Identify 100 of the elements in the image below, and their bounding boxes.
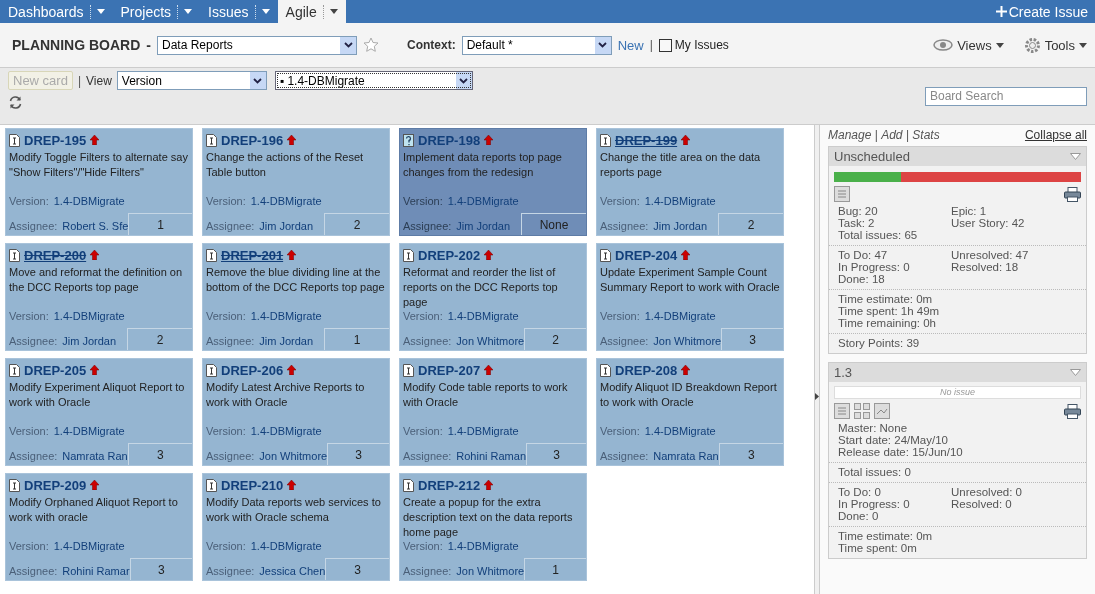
nav-tab[interactable]: Projects [112,0,201,23]
issue-key-link[interactable]: DREP-212 [418,477,481,493]
view-label: View [86,73,112,88]
stat-text: User Story: 42 [951,217,1026,229]
issue-card[interactable]: DREP-201 Remove the blue dividing line at the bottom of the DCC Reports top page Version: 1.4-DBMigrate Assignee: Jim Jordan 1 [202,243,390,351]
stat-text: Master: None [838,422,909,434]
expand-arrow-icon[interactable] [815,393,819,400]
nav-tab[interactable]: Dashboards [0,0,113,23]
no-issue-note: No issue [834,386,1081,399]
printer-icon[interactable] [1064,403,1081,419]
priority-arrow-icon [90,365,100,375]
version-value: 1.4-DBMigrate [644,195,716,207]
my-issues-checkbox[interactable]: My Issues [658,38,729,52]
board-select[interactable]: Data Reports [157,35,357,55]
collapse-triangle-icon[interactable] [1070,369,1081,376]
assignee-label: Assignee: [206,335,255,347]
issue-card[interactable]: DREP-206 Modify Latest Archive Reports to work with Oracle Version: 1.4-DBMigrate Assignee: Jon Whitmore 3 [202,358,390,466]
eye-icon[interactable] [933,39,954,51]
story-points: 1 [128,213,192,235]
release-select[interactable]: ▪ 1.4-DBMigrate [274,71,473,90]
star-icon[interactable] [363,37,379,53]
issue-card[interactable]: DREP-202 Reformat and reorder the list of reports on the DCC Reports top page Version: 1.4-DBMigrate Assignee: Jon Whitmore 2 [399,243,587,351]
priority-arrow-icon [287,135,297,145]
stat-text: To Do: 0 [838,486,882,498]
view-select[interactable]: Version [116,71,267,90]
version-header[interactable]: 1.3 [829,363,1086,382]
grid-icon[interactable] [854,403,870,419]
issue-key-link[interactable]: DREP-206 [221,362,284,378]
document-icon [9,363,20,377]
stat-text: Time spent: 1h 49m [838,305,941,317]
document-icon [403,363,414,377]
sidebar-link[interactable]: Manage [828,128,872,142]
priority-arrow-icon [484,480,494,490]
dropdown-caret-icon[interactable] [459,77,469,84]
dropdown-caret-icon[interactable] [343,42,353,48]
board-search-field[interactable]: Board Search [925,86,1087,106]
issue-key-link[interactable]: DREP-201 [221,247,284,263]
assignee-label: Assignee: [403,565,452,577]
assignee-label: Assignee: [403,335,452,347]
issue-key-link[interactable]: DREP-204 [615,247,678,263]
assignee-value: Rohini Raman [456,450,526,462]
gear-icon[interactable] [1023,36,1041,54]
version-label: Version: [600,310,640,322]
issue-key-link[interactable]: DREP-209 [24,477,87,493]
sidebar-link[interactable]: Add [881,128,903,142]
nav-tab[interactable]: Agile [277,0,346,23]
chart-icon[interactable] [874,403,890,419]
assignee-value: Jim Jordan [259,220,314,232]
views-menu[interactable]: Views [933,37,1004,53]
issue-card[interactable]: DREP-198 Implement data reports top page changes from the redesign Version: 1.4-DBMigrate Assignee: Jim Jordan None [399,128,587,236]
dropdown-caret-icon[interactable] [253,77,263,84]
issue-key-link[interactable]: DREP-210 [221,477,284,493]
issue-key-link[interactable]: DREP-207 [418,362,481,378]
issue-card[interactable]: DREP-208 Modify Aliquot ID Breakdown Report to work with Oracle Version: 1.4-DBMigrate Assignee: Namrata Ran 3 [596,358,784,466]
issue-key-link[interactable]: DREP-196 [221,132,284,148]
context-select[interactable]: Default * [461,35,612,55]
issue-card[interactable]: DREP-212 Create a popup for the extra description text on the data reports home page Version: 1.4-DBMigrate Assignee: Jon Whitmore 1 [399,473,587,581]
dropdown-caret-icon[interactable] [598,42,608,48]
version-value: 1.4-DBMigrate [250,425,322,437]
create-issue-label[interactable]: Create Issue [1008,3,1088,20]
story-points: 2 [524,328,586,350]
issue-card[interactable]: DREP-210 Modify Data reports web services to work with Oracle schema Version: 1.4-DBMigrate Assignee: Jessica Chen 3 [202,473,390,581]
collapse-all-link[interactable]: Collapse all [1024,128,1087,142]
version-label: Version: [9,425,49,437]
printer-icon[interactable] [1064,186,1081,202]
version-label: Version: [403,310,443,322]
tools-menu[interactable]: Tools [1023,36,1087,54]
version-value: 1.4-DBMigrate [447,540,519,552]
version-header[interactable]: Unscheduled [829,147,1086,166]
issue-key-link[interactable]: DREP-205 [24,362,87,378]
issue-key-link[interactable]: DREP-200 [24,247,87,263]
issue-key-link[interactable]: DREP-202 [418,247,481,263]
issue-key-link[interactable]: DREP-208 [615,362,678,378]
sidebar-link[interactable]: Stats [912,128,940,142]
issue-card[interactable]: DREP-199 Change the title area on the data reports page Version: 1.4-DBMigrate Assignee: Jim Jordan 2 [596,128,784,236]
issue-card[interactable]: DREP-200 Move and reformat the definition on the DCC Reports top page Version: 1.4-DBMigrate Assignee: Jim Jordan 2 [5,243,193,351]
version-label: Version: [206,310,246,322]
caret-icon[interactable] [329,9,338,14]
title-separator: - [146,37,151,53]
priority-arrow-icon [681,135,691,145]
issue-card[interactable]: DREP-209 Modify Orphaned Aliquot Report to work with oracle Version: 1.4-DBMigrate Assignee: Rohini Ramar 3 [5,473,193,581]
create-issue-link[interactable]: Create Issue [995,0,1095,23]
refresh-icon[interactable] [8,95,23,110]
collapse-triangle-icon[interactable] [1070,153,1081,160]
issue-key-link[interactable]: DREP-195 [24,132,87,148]
issue-card[interactable]: DREP-205 Modify Experiment Aliquot Report to work with Oracle Version: 1.4-DBMigrate Assignee: Namrata Ran 3 [5,358,193,466]
issue-card[interactable]: DREP-204 Update Experiment Sample Count Summary Report to work with Oracle Version: 1.4-DBMigrate Assignee: Jon Whitmore 3 [596,243,784,351]
assignee-value: Jim Jordan [653,220,708,232]
priority-arrow-icon [287,250,297,260]
issue-card[interactable]: DREP-196 Change the actions of the Reset Table button Version: 1.4-DBMigrate Assignee: Jim Jordan 2 [202,128,390,236]
version-label: Version: [9,540,49,552]
issue-card[interactable]: DREP-195 Modify Toggle Filters to alternate say "Show Filters"/"Hide Filters" Version: 1.4-DBMigrate Assignee: Robert S. Sfe 1 [5,128,193,236]
assignee-value: Namrata Ran [62,450,128,462]
issue-card[interactable]: DREP-207 Modify Code table reports to work with Oracle Version: 1.4-DBMigrate Assignee: Rohini Raman 3 [399,358,587,466]
nav-tab[interactable]: Issues [200,0,278,23]
issue-key-link[interactable]: DREP-199 [615,132,678,148]
priority-arrow-icon [90,480,100,490]
assignee-value: Rohini Ramar [62,565,130,577]
new-link[interactable]: New [617,37,644,53]
issue-summary: Modify Latest Archive Reports to work with Oracle [206,380,366,410]
